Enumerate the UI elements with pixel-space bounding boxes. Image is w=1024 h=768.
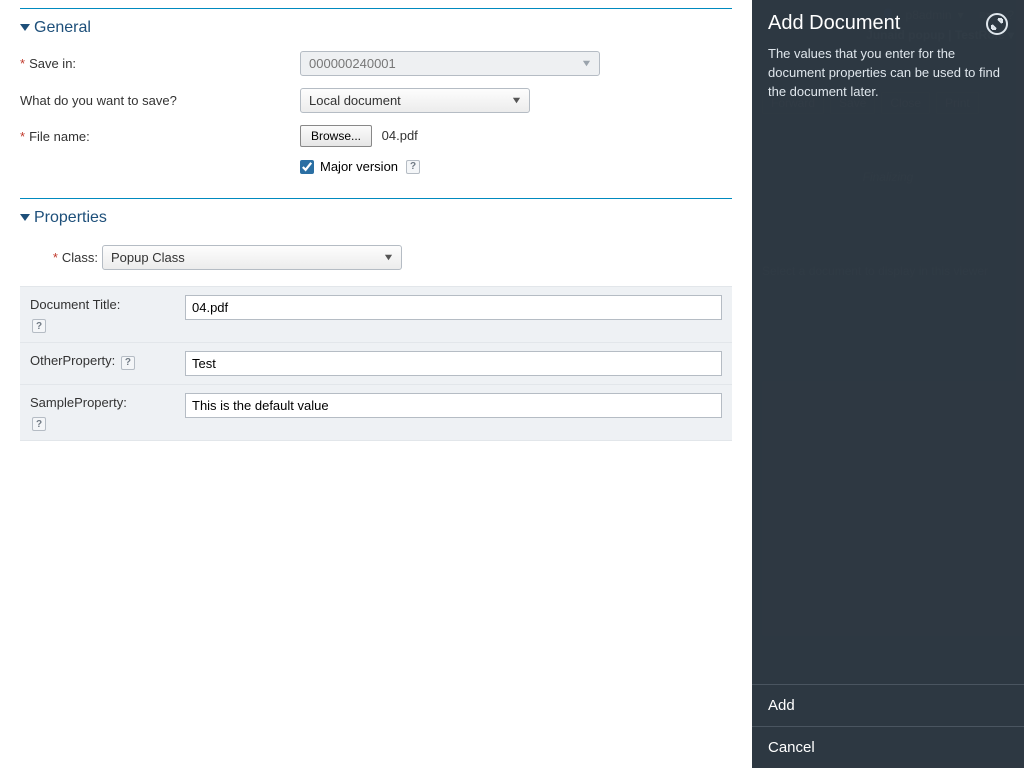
property-row: Document Title: ? xyxy=(20,287,732,343)
major-version-checkbox[interactable] xyxy=(300,160,314,174)
file-name-label: *File name: xyxy=(20,129,300,144)
general-title: General xyxy=(34,19,91,37)
help-icon[interactable]: ? xyxy=(32,319,46,333)
property-row: OtherProperty: ? xyxy=(20,343,732,385)
general-section-header[interactable]: General xyxy=(20,9,732,45)
properties-table: Document Title: ? OtherProperty: ? Sam xyxy=(20,286,732,441)
other-property-input[interactable] xyxy=(185,351,722,376)
help-icon[interactable]: ? xyxy=(32,417,46,431)
caret-down-icon xyxy=(512,93,521,108)
property-label: SampleProperty: xyxy=(30,395,127,410)
what-save-value: Local document xyxy=(309,93,401,108)
caret-down-icon xyxy=(384,250,393,265)
document-title-input[interactable] xyxy=(185,295,722,320)
what-save-label: What do you want to save? xyxy=(20,93,300,108)
help-icon[interactable]: ? xyxy=(406,160,420,174)
property-label: OtherProperty: xyxy=(30,353,115,368)
collapse-button[interactable] xyxy=(986,13,1008,35)
side-panel: p8admin▾ ≡▾ ? Junaid popup | TestRole ▾ … xyxy=(752,0,1024,768)
property-row: SampleProperty: ? xyxy=(20,385,732,441)
twistie-down-icon xyxy=(20,209,30,227)
twistie-down-icon xyxy=(20,19,30,37)
help-icon[interactable]: ? xyxy=(121,356,135,370)
caret-down-icon xyxy=(582,56,591,71)
cancel-button[interactable]: Cancel xyxy=(752,726,1024,768)
save-in-value: 000000240001 xyxy=(309,56,396,71)
side-panel-description: The values that you enter for the docume… xyxy=(768,45,1008,102)
selected-file-name: 04.pdf xyxy=(382,128,418,143)
what-save-dropdown[interactable]: Local document xyxy=(300,88,530,113)
property-label: Document Title: xyxy=(30,297,120,312)
class-label: *Class: xyxy=(32,250,102,265)
browse-button[interactable]: Browse... xyxy=(300,125,372,147)
save-in-dropdown[interactable]: 000000240001 xyxy=(300,51,600,76)
class-dropdown[interactable]: Popup Class xyxy=(102,245,402,270)
properties-section-header[interactable]: Properties xyxy=(20,199,732,235)
add-button[interactable]: Add xyxy=(752,684,1024,726)
main-form: General *Save in: 000000240001 What do y… xyxy=(0,0,752,768)
major-version-label: Major version xyxy=(320,159,398,174)
side-panel-title: Add Document xyxy=(768,12,900,35)
collapse-icon xyxy=(991,18,1003,30)
properties-title: Properties xyxy=(34,209,107,227)
save-in-label: *Save in: xyxy=(20,56,300,71)
class-value: Popup Class xyxy=(111,250,185,265)
sample-property-input[interactable] xyxy=(185,393,722,418)
